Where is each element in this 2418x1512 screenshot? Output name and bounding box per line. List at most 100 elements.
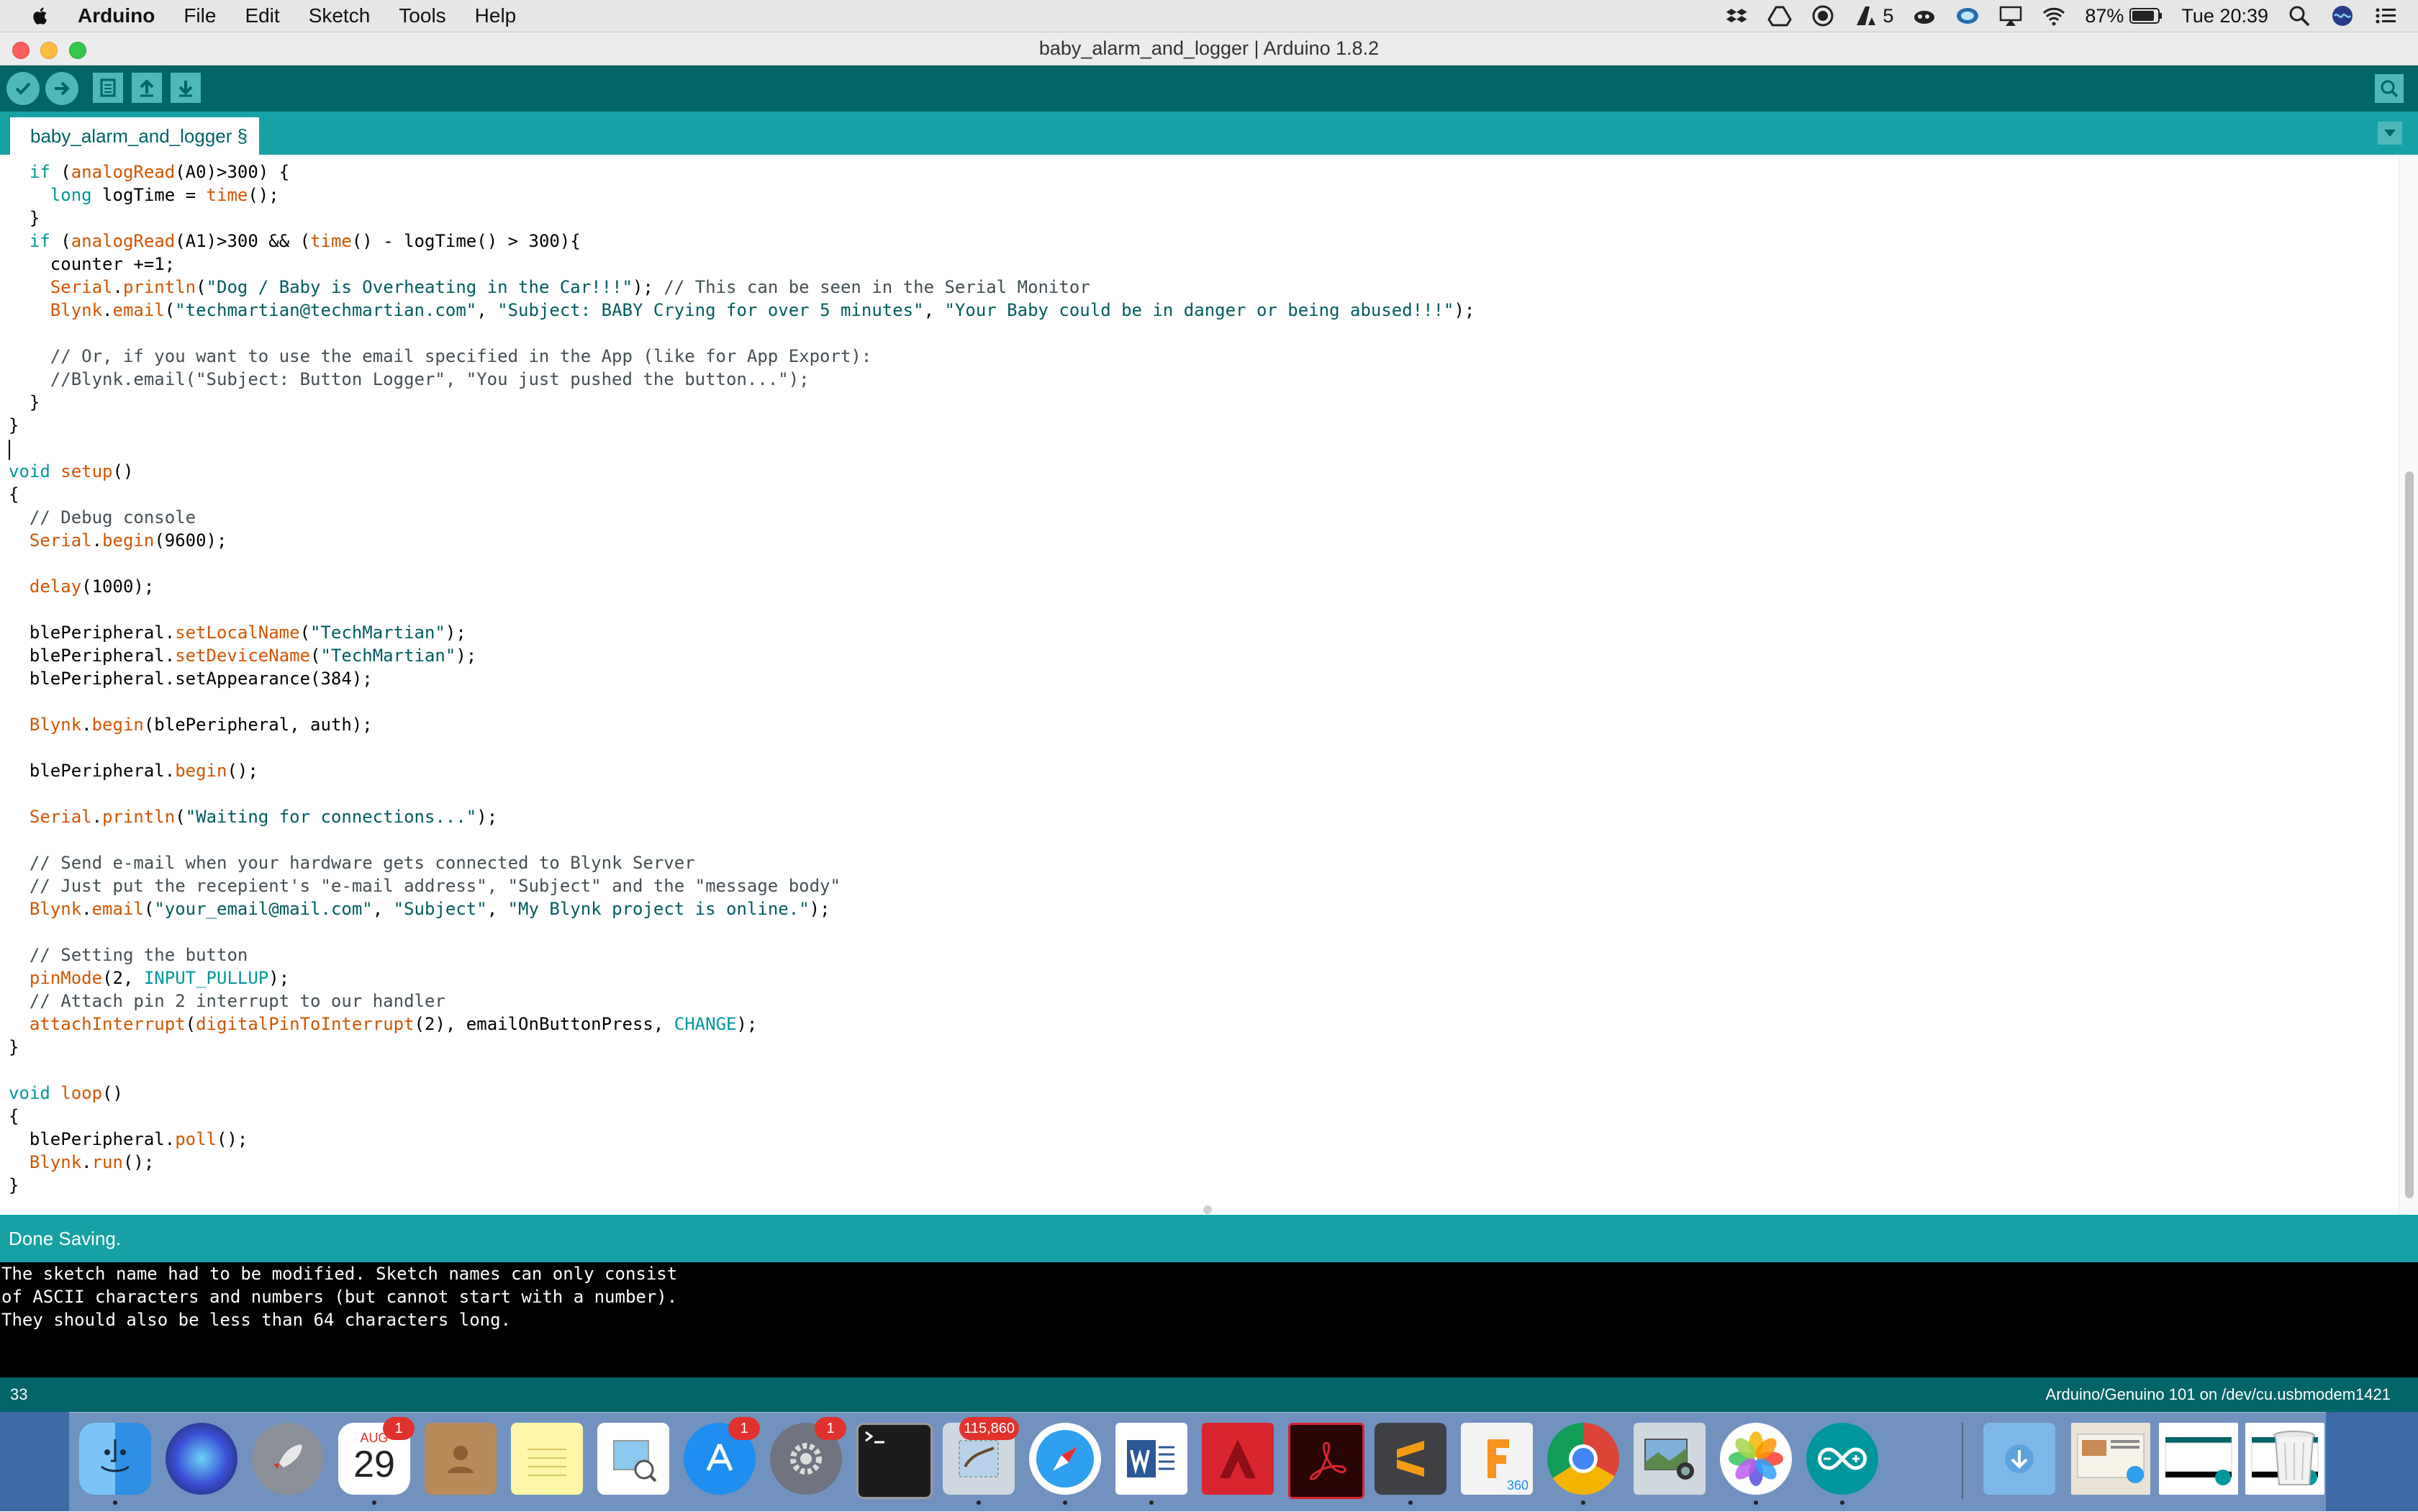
code-token: . bbox=[81, 1152, 92, 1172]
verify-button[interactable] bbox=[6, 72, 40, 105]
chrome-icon[interactable] bbox=[1547, 1423, 1619, 1505]
menu-help[interactable]: Help bbox=[475, 4, 517, 27]
photos-icon[interactable] bbox=[1720, 1423, 1792, 1505]
code-line: blePeripheral.setLocalName("TechMartian"… bbox=[9, 621, 466, 644]
code-line: { bbox=[9, 1105, 19, 1128]
downloads-stack-icon[interactable] bbox=[1983, 1423, 2055, 1495]
code-line: if (analogRead(A0)>300) { bbox=[9, 160, 289, 184]
siri-icon[interactable] bbox=[166, 1423, 237, 1495]
word-icon[interactable] bbox=[1115, 1423, 1187, 1505]
preview-icon[interactable] bbox=[597, 1423, 669, 1495]
system-preferences-badge: 1 bbox=[815, 1417, 846, 1440]
wifi-icon[interactable] bbox=[2042, 4, 2066, 28]
compass-icon bbox=[1036, 1430, 1094, 1488]
safari-icon[interactable] bbox=[1029, 1423, 1101, 1505]
trash-can-icon bbox=[2273, 1431, 2315, 1485]
minimized-window-icon[interactable] bbox=[2071, 1423, 2150, 1495]
arduino-icon[interactable] bbox=[1806, 1423, 1878, 1505]
code-token: blePeripheral. bbox=[9, 623, 176, 643]
menu-tools[interactable]: Tools bbox=[399, 4, 445, 27]
code-token: () bbox=[102, 1083, 123, 1103]
new-sketch-button[interactable] bbox=[93, 73, 123, 103]
spotlight-search-icon[interactable] bbox=[2287, 4, 2311, 28]
calendar-icon[interactable]: AUG 29 1 bbox=[338, 1417, 415, 1505]
code-token: { bbox=[9, 484, 19, 504]
minimize-window-button[interactable] bbox=[40, 42, 58, 59]
code-token: ( bbox=[175, 807, 186, 827]
tab-baby-alarm-and-logger[interactable]: baby_alarm_and_logger § bbox=[10, 117, 260, 155]
serial-monitor-button[interactable] bbox=[2375, 74, 2404, 103]
editor-scrollbar[interactable] bbox=[2399, 155, 2418, 1215]
code-token: "Your Baby could be in danger or being a… bbox=[944, 300, 1454, 320]
airplay-icon[interactable] bbox=[1998, 4, 2023, 28]
creative-cloud-icon[interactable] bbox=[1912, 4, 1937, 28]
code-token: "My Blynk project is online." bbox=[507, 899, 810, 919]
code-line: if (analogRead(A1)>300 && (time() - logT… bbox=[9, 230, 581, 253]
code-line: // Attach pin 2 interrupt to our handler bbox=[9, 990, 445, 1013]
upload-button[interactable] bbox=[45, 72, 78, 105]
app-store-icon[interactable]: 1 bbox=[684, 1417, 760, 1495]
code-editor[interactable]: if (analogRead(A0)>300) { long logTime =… bbox=[0, 155, 2418, 1215]
mail-icon[interactable]: 115,860 bbox=[943, 1417, 1019, 1505]
menu-edit[interactable]: Edit bbox=[245, 4, 279, 27]
trash-icon[interactable] bbox=[2258, 1422, 2330, 1494]
code-token: counter +=1; bbox=[9, 254, 176, 274]
google-drive-icon[interactable] bbox=[1767, 4, 1793, 28]
prompt-icon bbox=[865, 1431, 884, 1444]
save-sketch-button[interactable] bbox=[171, 73, 201, 103]
terminal-icon[interactable] bbox=[856, 1423, 933, 1499]
code-token: } bbox=[9, 392, 40, 412]
dropbox-icon[interactable] bbox=[1724, 4, 1749, 28]
code-line: { bbox=[9, 483, 19, 506]
code-token: . bbox=[81, 715, 92, 735]
contacts-icon[interactable] bbox=[425, 1423, 497, 1495]
notification-center-icon[interactable] bbox=[2373, 4, 2398, 28]
code-line: Serial.println("Dog / Baby is Overheatin… bbox=[9, 276, 1090, 299]
running-indicator bbox=[1754, 1500, 1758, 1505]
menu-app-name[interactable]: Arduino bbox=[78, 4, 155, 27]
running-indicator bbox=[977, 1500, 981, 1505]
code-token: time bbox=[206, 185, 248, 205]
image-capture-icon[interactable] bbox=[1634, 1423, 1706, 1495]
code-line: blePeripheral.setDeviceName("TechMartian… bbox=[9, 644, 476, 667]
zoom-window-button[interactable] bbox=[69, 42, 86, 59]
code-token: // Setting the button bbox=[29, 945, 248, 965]
window-title-bar[interactable]: baby_alarm_and_logger | Arduino 1.8.2 bbox=[0, 32, 2418, 65]
autocad-icon[interactable] bbox=[1202, 1423, 1274, 1495]
arduino-window-icon[interactable] bbox=[2159, 1423, 2238, 1495]
sublime-text-icon[interactable] bbox=[1375, 1423, 1446, 1505]
record-icon[interactable] bbox=[1811, 4, 1835, 28]
editor-console-split-handle[interactable] bbox=[1203, 1205, 1212, 1214]
code-token: ); bbox=[736, 1014, 758, 1034]
menu-file[interactable]: File bbox=[184, 4, 216, 27]
word-w-icon bbox=[1127, 1440, 1174, 1477]
finder-icon[interactable] bbox=[79, 1423, 151, 1505]
battery-indicator[interactable]: 87% bbox=[2085, 5, 2163, 27]
mail-badge: 115,860 bbox=[959, 1417, 1019, 1440]
editor-scrollbar-thumb[interactable] bbox=[2405, 471, 2414, 1198]
system-preferences-icon[interactable]: 1 bbox=[770, 1417, 846, 1495]
apple-icon[interactable] bbox=[27, 3, 53, 29]
siri-menu-icon[interactable] bbox=[2330, 4, 2355, 28]
acrobat-icon[interactable] bbox=[1288, 1423, 1364, 1499]
clock[interactable]: Tue 20:39 bbox=[2181, 5, 2268, 27]
code-line: void loop() bbox=[9, 1082, 123, 1105]
code-line: Blynk.email("your_email@mail.com", "Subj… bbox=[9, 897, 830, 920]
close-window-button[interactable] bbox=[12, 42, 30, 59]
tab-menu-button[interactable] bbox=[2378, 122, 2402, 145]
code-line: Blynk.email("techmartian@techmartian.com… bbox=[9, 299, 1475, 322]
code-token: } bbox=[9, 208, 40, 228]
code-line: } bbox=[9, 1174, 19, 1197]
code-token: //Blynk.email("Subject: Button Logger", … bbox=[50, 369, 810, 389]
notes-icon[interactable] bbox=[511, 1423, 583, 1495]
eye-app-icon[interactable] bbox=[1955, 4, 1980, 28]
console-output[interactable]: The sketch name had to be modified. Sket… bbox=[0, 1262, 2418, 1377]
adobe-cc-indicator[interactable]: 5 bbox=[1854, 4, 1893, 28]
fusion-360-icon[interactable]: 360 bbox=[1461, 1423, 1533, 1495]
app-store-badge: 1 bbox=[728, 1417, 760, 1440]
menu-sketch[interactable]: Sketch bbox=[309, 4, 371, 27]
open-sketch-button[interactable] bbox=[132, 73, 162, 103]
launchpad-icon[interactable] bbox=[252, 1423, 324, 1495]
